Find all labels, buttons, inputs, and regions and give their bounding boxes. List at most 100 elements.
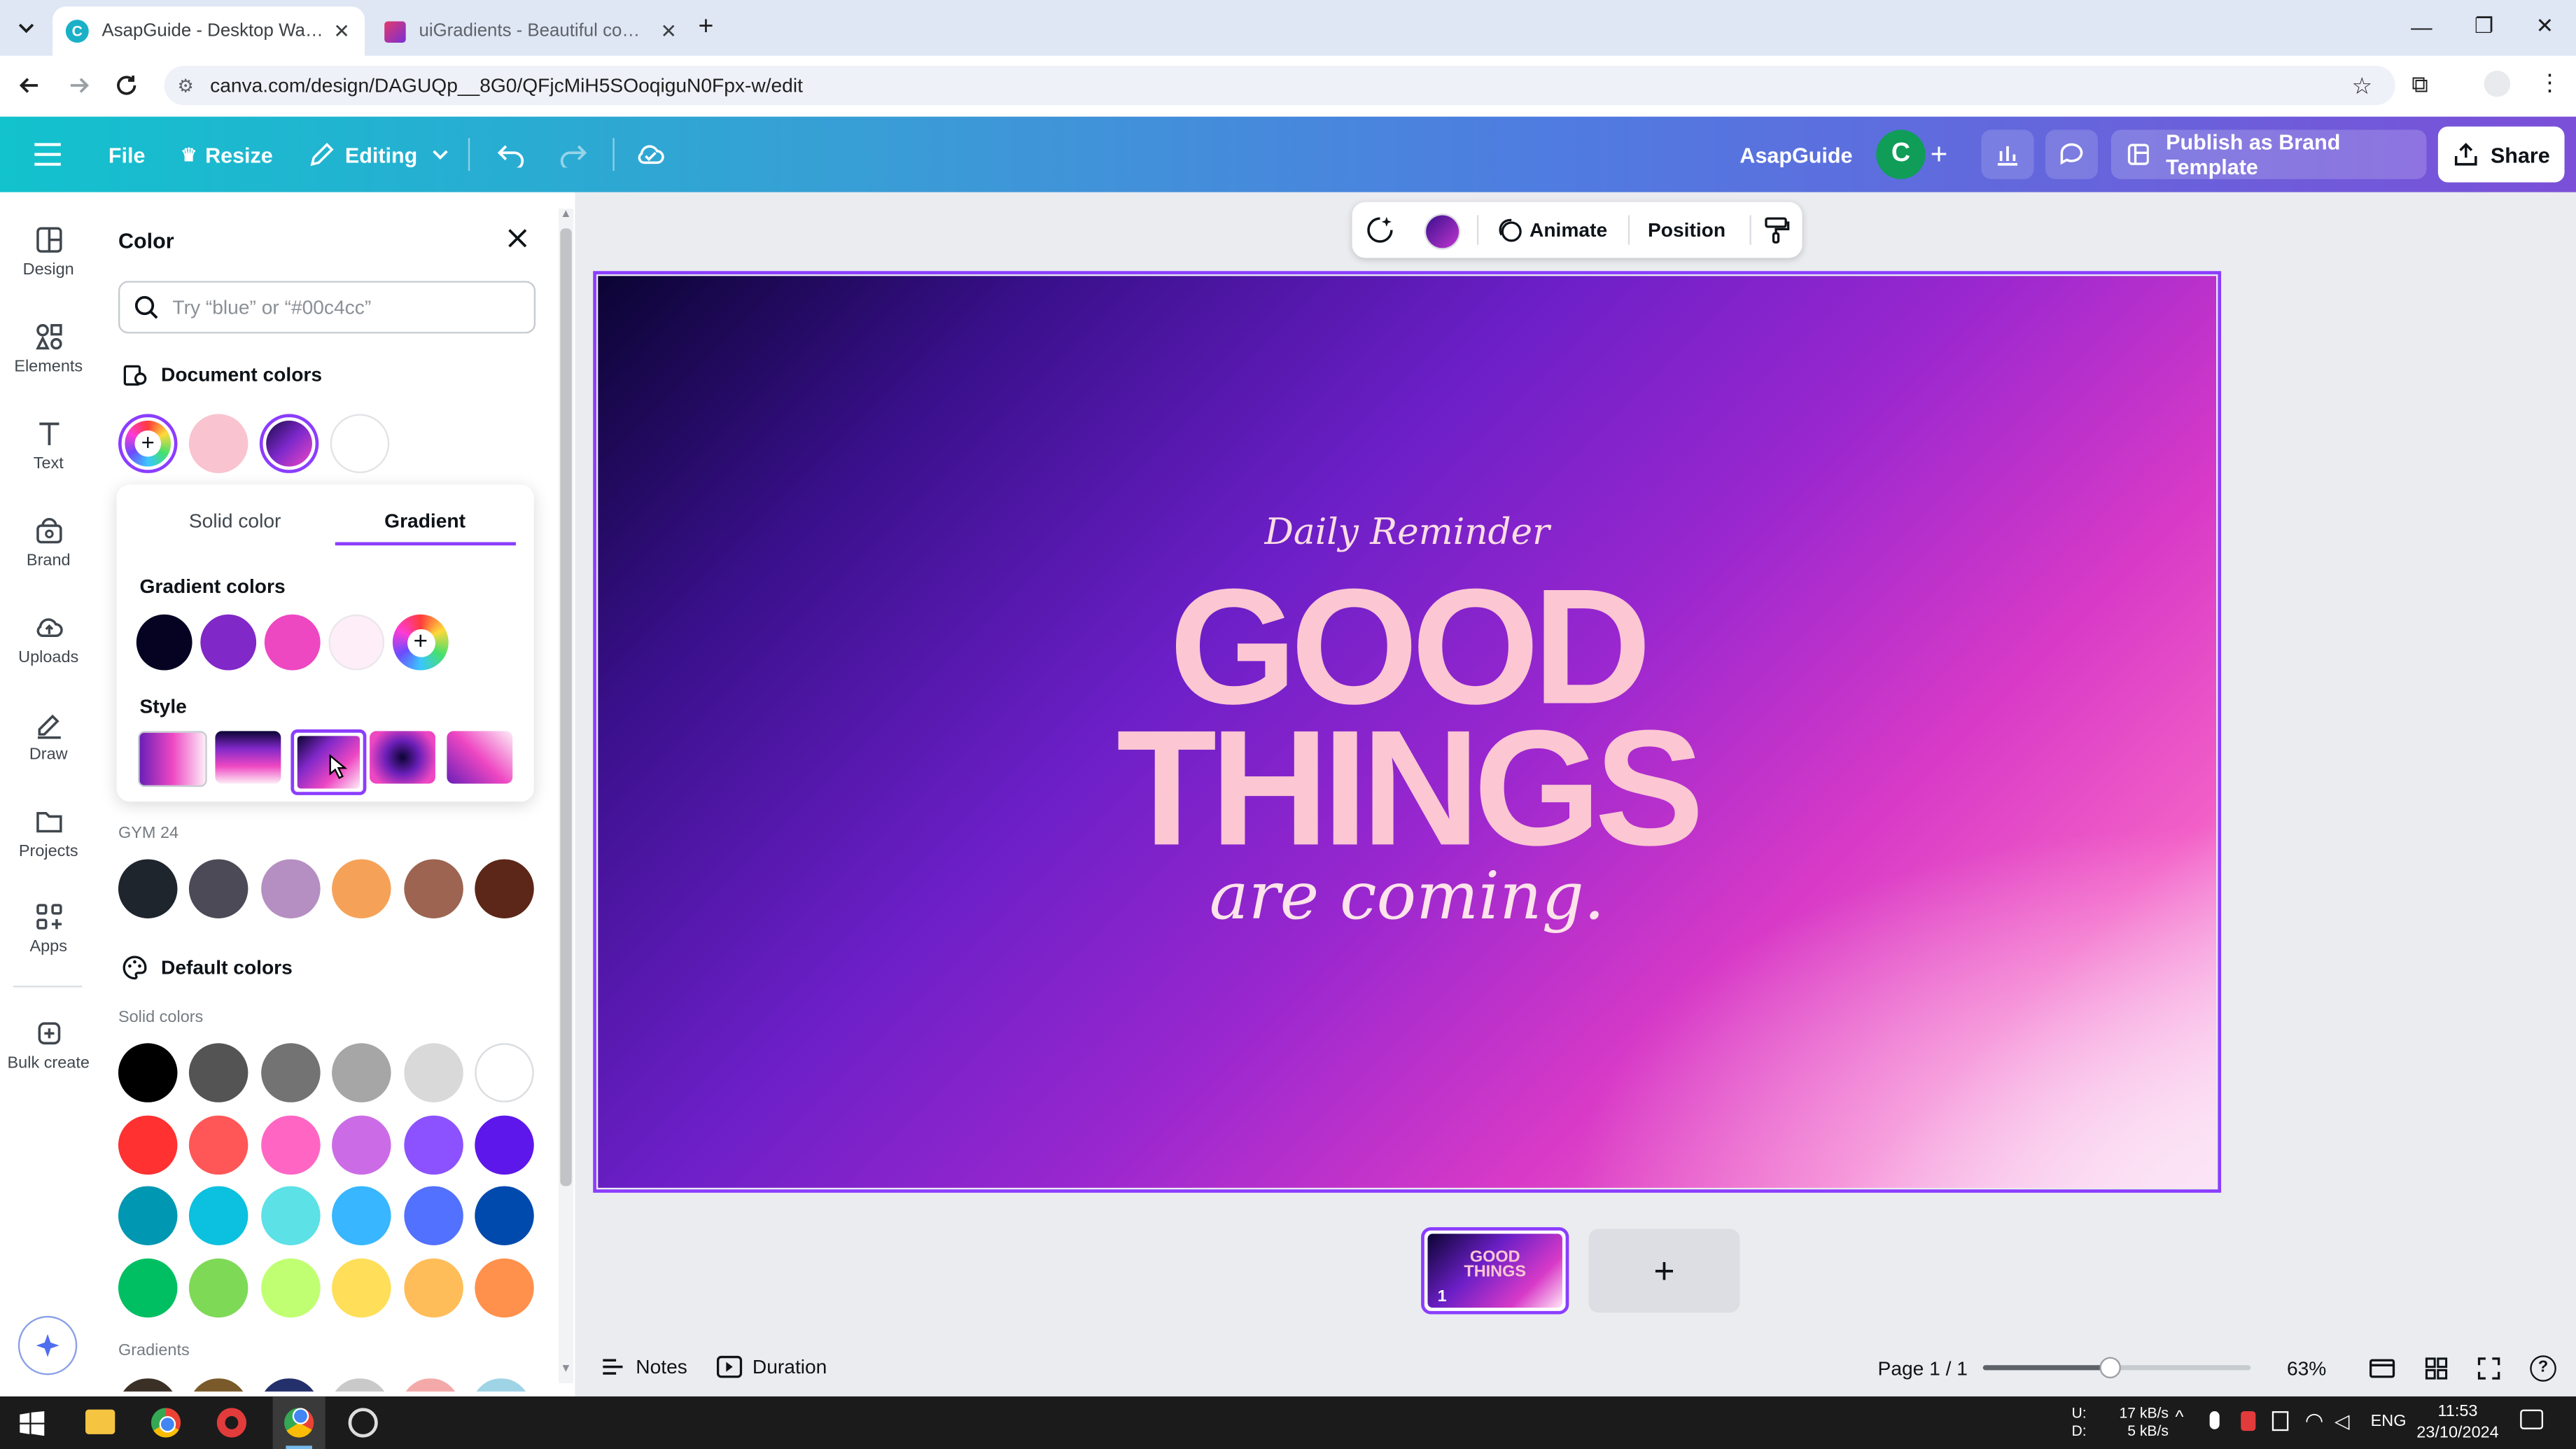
- new-tab-button[interactable]: +: [698, 13, 713, 43]
- solid-color-swatch[interactable]: [332, 1043, 392, 1102]
- recording-tray-icon[interactable]: [2241, 1411, 2256, 1432]
- rail-item-elements[interactable]: Elements: [0, 322, 97, 376]
- rail-item-uploads[interactable]: Uploads: [0, 612, 97, 667]
- extensions-icon[interactable]: ⧉: [2412, 71, 2428, 99]
- solid-color-swatch[interactable]: [403, 1043, 463, 1102]
- solid-color-swatch[interactable]: [189, 1257, 249, 1317]
- design-headline-line2[interactable]: THINGS: [598, 706, 2216, 871]
- chrome-taskbar-icon[interactable]: [150, 1408, 181, 1438]
- solid-color-swatch[interactable]: [260, 1186, 321, 1245]
- profile-avatar[interactable]: [2484, 70, 2511, 97]
- solid-color-swatch[interactable]: [403, 1114, 463, 1174]
- scroll-down-arrow[interactable]: ▼: [560, 1364, 571, 1375]
- tab-close-icon[interactable]: ✕: [660, 20, 677, 43]
- color-search-input[interactable]: Try “blue” or “#00c4cc”: [118, 281, 536, 334]
- solid-color-swatch[interactable]: [403, 1257, 463, 1317]
- chrome-active-taskbar-icon[interactable]: [272, 1396, 326, 1449]
- tray-app-icon[interactable]: [2272, 1411, 2289, 1432]
- gradient-style-radial[interactable]: [370, 731, 435, 784]
- document-color-swatch[interactable]: [330, 414, 390, 473]
- solid-color-swatch[interactable]: [118, 1114, 178, 1174]
- file-menu-button[interactable]: File: [108, 117, 146, 192]
- solid-color-swatch[interactable]: [189, 1043, 249, 1102]
- rail-item-design[interactable]: Design: [0, 225, 97, 279]
- page-indicator[interactable]: Page 1 / 1: [1878, 1357, 1968, 1380]
- user-avatar[interactable]: C: [1876, 130, 1926, 179]
- solid-color-swatch[interactable]: [332, 1114, 392, 1174]
- site-info-icon[interactable]: ⚙: [177, 75, 193, 96]
- forward-icon[interactable]: [66, 72, 92, 99]
- browser-menu-icon[interactable]: ⋮: [2538, 69, 2561, 97]
- design-subtitle[interactable]: Daily Reminder: [598, 512, 2216, 554]
- document-gradient-swatch-selected[interactable]: [259, 414, 319, 473]
- brand-color-swatch[interactable]: [118, 859, 178, 918]
- solid-color-swatch[interactable]: [332, 1186, 392, 1245]
- reload-icon[interactable]: [113, 72, 140, 99]
- notifications-icon[interactable]: [2520, 1409, 2544, 1429]
- background-color-button[interactable]: [1426, 215, 1460, 248]
- solid-color-swatch[interactable]: [475, 1114, 534, 1174]
- solid-color-swatch[interactable]: [189, 1186, 249, 1245]
- tab-solid-color[interactable]: Solid color: [189, 510, 281, 533]
- bookmark-star-icon[interactable]: ☆: [2351, 71, 2372, 99]
- gradient-stop-swatch[interactable]: [264, 614, 321, 671]
- brand-color-swatch[interactable]: [332, 859, 392, 918]
- microphone-icon[interactable]: [2209, 1411, 2220, 1429]
- add-page-button[interactable]: +: [1588, 1228, 1740, 1313]
- tab-gradient[interactable]: Gradient: [384, 510, 465, 533]
- browser-tab-active[interactable]: C AsapGuide - Desktop Wallpape ✕: [52, 6, 365, 56]
- url-bar[interactable]: ⚙ canva.com/design/DAGUQp__8G0/QFjcMiH5S…: [164, 65, 2395, 106]
- gradient-style-linear-vertical[interactable]: [215, 731, 281, 784]
- language-indicator[interactable]: ENG: [2371, 1413, 2407, 1431]
- gradient-style-linear-horizontal[interactable]: [138, 731, 207, 788]
- back-icon[interactable]: [16, 72, 43, 99]
- zoom-percent[interactable]: 63%: [2287, 1357, 2326, 1380]
- brand-color-swatch[interactable]: [475, 859, 534, 918]
- minimize-icon[interactable]: —: [2390, 0, 2453, 52]
- share-button[interactable]: Share: [2437, 126, 2565, 183]
- page-thumbnail[interactable]: GOOD THINGS 1: [1421, 1227, 1569, 1315]
- cloud-save-icon[interactable]: [636, 117, 665, 192]
- solid-color-swatch[interactable]: [118, 1257, 178, 1317]
- panel-scrollbar[interactable]: ▲ ▼: [558, 209, 574, 1384]
- solid-color-swatch[interactable]: [118, 1043, 178, 1102]
- rail-item-brand[interactable]: Brand: [0, 516, 97, 570]
- rail-item-projects[interactable]: Projects: [0, 806, 97, 861]
- scroll-up-arrow[interactable]: ▲: [560, 209, 571, 220]
- scrollbar-thumb[interactable]: [560, 228, 572, 1186]
- help-icon[interactable]: ?: [2530, 1355, 2556, 1382]
- magic-edit-icon[interactable]: [1365, 215, 1394, 244]
- solid-color-swatch[interactable]: [118, 1186, 178, 1245]
- design-tagline[interactable]: are coming.: [598, 859, 2216, 934]
- animate-button[interactable]: Animate: [1497, 217, 1607, 244]
- resize-button[interactable]: ♛ Resize: [181, 117, 273, 192]
- solid-color-swatch[interactable]: [189, 1114, 249, 1174]
- magic-assistant-button[interactable]: [18, 1315, 78, 1376]
- rail-item-draw[interactable]: Draw: [0, 710, 97, 764]
- solid-color-swatch[interactable]: [260, 1043, 321, 1102]
- solid-color-swatch[interactable]: [475, 1186, 534, 1245]
- rail-item-apps[interactable]: Apps: [0, 902, 97, 956]
- tab-close-icon[interactable]: ✕: [333, 20, 350, 43]
- brand-color-swatch[interactable]: [189, 859, 249, 918]
- wifi-icon[interactable]: ◠: [2305, 1408, 2324, 1434]
- close-window-icon[interactable]: ✕: [2514, 0, 2576, 52]
- team-name[interactable]: AsapGuide: [1740, 117, 1852, 192]
- tray-overflow-chevron-icon[interactable]: ^: [2175, 1408, 2183, 1427]
- design-canvas[interactable]: Daily Reminder GOOD THINGS are coming.: [593, 271, 2222, 1193]
- zoom-slider-knob[interactable]: [2099, 1357, 2121, 1379]
- add-gradient-stop-button[interactable]: +: [392, 614, 449, 671]
- solid-color-swatch[interactable]: [475, 1257, 534, 1317]
- insights-button[interactable]: [1981, 130, 2034, 179]
- gradient-stop-swatch[interactable]: [136, 614, 192, 671]
- duration-button[interactable]: Duration: [716, 1355, 827, 1378]
- redo-icon[interactable]: [559, 117, 588, 192]
- clock[interactable]: 11:53 23/10/2024: [2412, 1401, 2503, 1444]
- volume-icon[interactable]: ◁: [2334, 1410, 2350, 1433]
- invite-plus-icon[interactable]: +: [1931, 117, 1948, 192]
- obs-taskbar-icon[interactable]: [348, 1408, 378, 1438]
- presenter-view-icon[interactable]: [2369, 1357, 2395, 1380]
- rail-item-text[interactable]: Text: [0, 419, 97, 473]
- file-explorer-icon[interactable]: [85, 1409, 115, 1434]
- zoom-slider[interactable]: [1982, 1357, 2251, 1379]
